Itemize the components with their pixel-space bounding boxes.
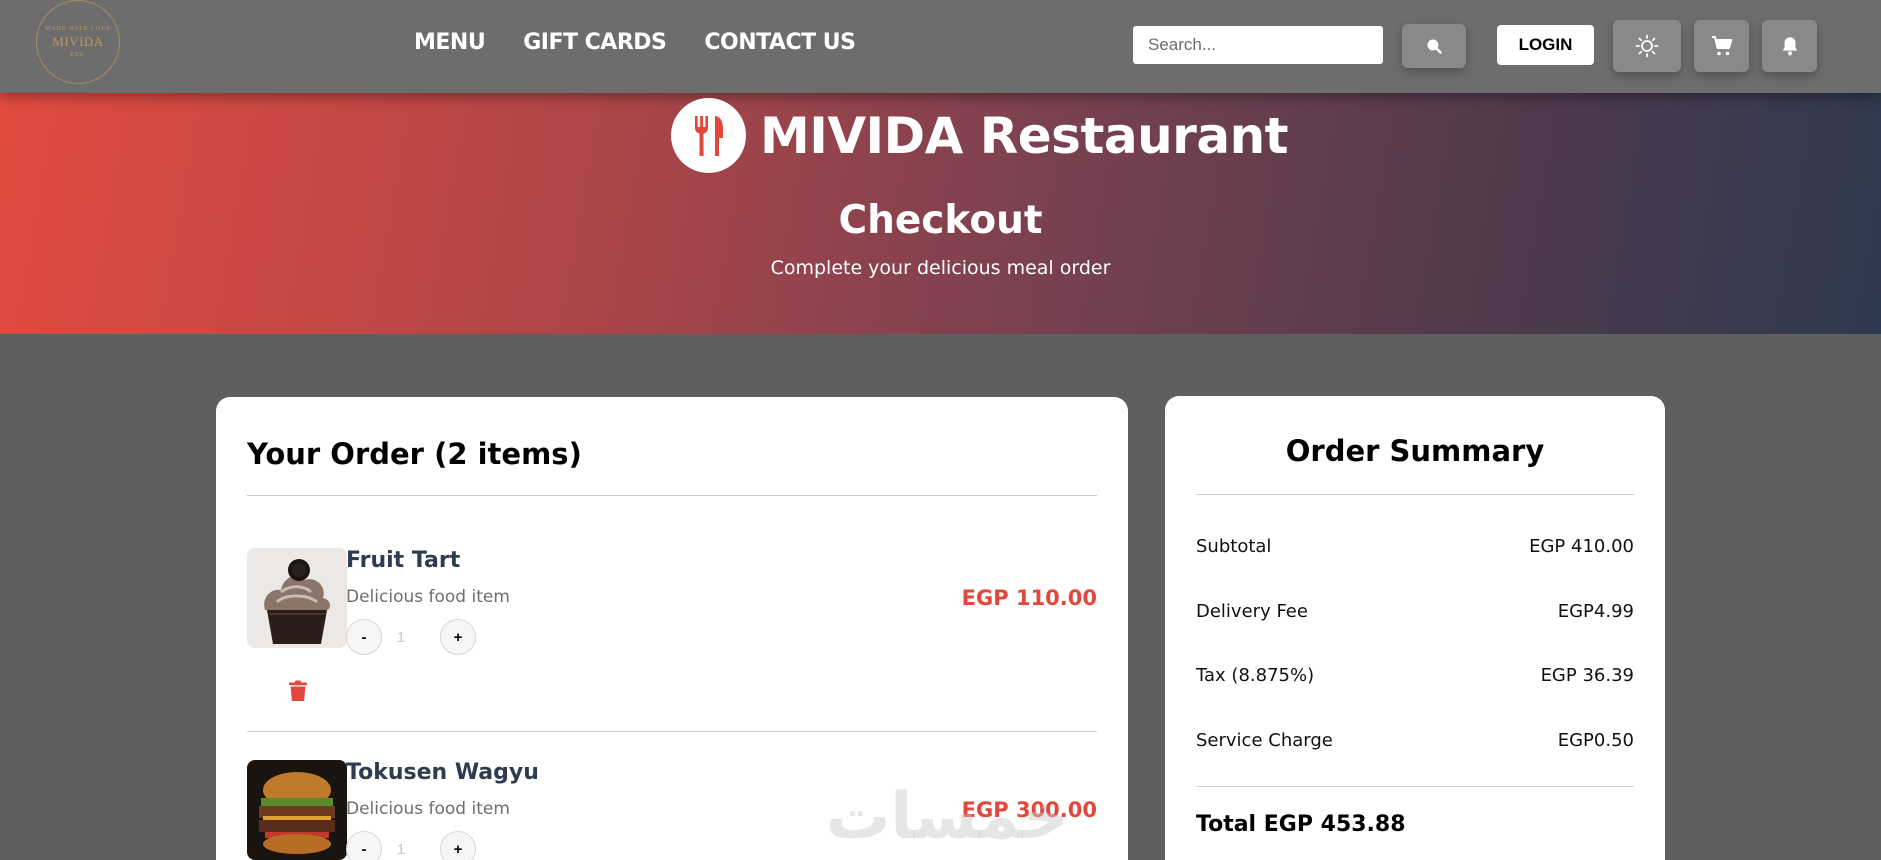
- summary-value: EGP0.50: [1557, 730, 1634, 751]
- brand-name: MIVIDA Restaurant: [760, 106, 1289, 165]
- order-card: Your Order (2 items) Fruit Tart Deliciou…: [216, 397, 1128, 860]
- logo-name: MIVIDA: [52, 34, 104, 49]
- summary-label: Delivery Fee: [1196, 601, 1308, 622]
- item-price: EGP 110.00: [961, 586, 1097, 610]
- item-name: Fruit Tart: [346, 548, 461, 573]
- cart-icon: [1711, 36, 1732, 56]
- utensils-icon: [694, 115, 723, 156]
- notifications-button[interactable]: [1762, 20, 1817, 72]
- sun-icon: [1635, 34, 1659, 58]
- summary-row-subtotal: Subtotal EGP 410.00: [1196, 536, 1634, 557]
- remove-item-button[interactable]: [288, 680, 308, 707]
- item-description: Delicious food item: [346, 799, 510, 819]
- search-button[interactable]: [1402, 24, 1466, 68]
- summary-row-tax: Tax (8.875%) EGP 36.39: [1196, 665, 1634, 686]
- summary-label: Subtotal: [1196, 536, 1272, 557]
- search-input[interactable]: [1133, 26, 1383, 64]
- theme-toggle-button[interactable]: [1613, 20, 1681, 72]
- trash-icon: [289, 680, 307, 701]
- increase-quantity-button[interactable]: +: [440, 831, 476, 860]
- nav-menu[interactable]: MENU: [414, 30, 486, 55]
- brand-badge: [671, 98, 746, 173]
- burger-image: [247, 760, 347, 860]
- summary-title: Order Summary: [1285, 434, 1545, 468]
- summary-label: Tax (8.875%): [1196, 665, 1315, 686]
- nav-contact-us[interactable]: CONTACT US: [704, 30, 856, 55]
- decrease-quantity-button[interactable]: -: [346, 619, 382, 655]
- item-name: Tokusen Wagyu: [346, 760, 539, 785]
- watermark-text: خمسات: [826, 780, 1069, 854]
- quantity-value: 1: [396, 629, 406, 646]
- logo-top-text: MADE WITH LOVE: [44, 26, 112, 32]
- page-subtitle: Complete your delicious meal order: [770, 257, 1111, 279]
- summary-value: EGP4.99: [1557, 601, 1634, 622]
- top-navbar: MADE WITH LOVE MIVIDA EST. MENU GIFT CAR…: [0, 0, 1881, 93]
- summary-label: Service Charge: [1196, 730, 1333, 751]
- summary-value: EGP 36.39: [1540, 665, 1634, 686]
- order-total: Total EGP 453.88: [1196, 812, 1406, 837]
- search-icon: [1427, 39, 1442, 54]
- logo-bottom-text: EST.: [70, 52, 86, 58]
- page-title: Checkout: [838, 198, 1043, 243]
- summary-row-service-charge: Service Charge EGP0.50: [1196, 730, 1634, 751]
- login-button[interactable]: LOGIN: [1497, 25, 1594, 65]
- summary-value: EGP 410.00: [1529, 536, 1634, 557]
- order-summary-card: Order Summary Subtotal EGP 410.00 Delive…: [1165, 396, 1665, 860]
- cupcake-image: [247, 548, 347, 648]
- decrease-quantity-button[interactable]: -: [346, 831, 382, 860]
- cart-button[interactable]: [1694, 20, 1749, 72]
- total-divider: [1196, 786, 1634, 787]
- main-nav: MENU GIFT CARDS CONTACT US: [414, 30, 856, 55]
- bell-icon: [1782, 37, 1797, 56]
- brand-heading: MIVIDA Restaurant: [671, 98, 1289, 173]
- summary-row-delivery-fee: Delivery Fee EGP4.99: [1196, 601, 1634, 622]
- order-divider: [247, 495, 1097, 496]
- nav-gift-cards[interactable]: GIFT CARDS: [523, 30, 667, 55]
- summary-divider: [1196, 494, 1634, 495]
- item-description: Delicious food item: [346, 587, 510, 607]
- item-divider: [247, 731, 1097, 732]
- restaurant-logo[interactable]: MADE WITH LOVE MIVIDA EST.: [36, 0, 120, 84]
- order-title: Your Order (2 items): [247, 437, 582, 471]
- increase-quantity-button[interactable]: +: [440, 619, 476, 655]
- quantity-value: 1: [396, 841, 406, 858]
